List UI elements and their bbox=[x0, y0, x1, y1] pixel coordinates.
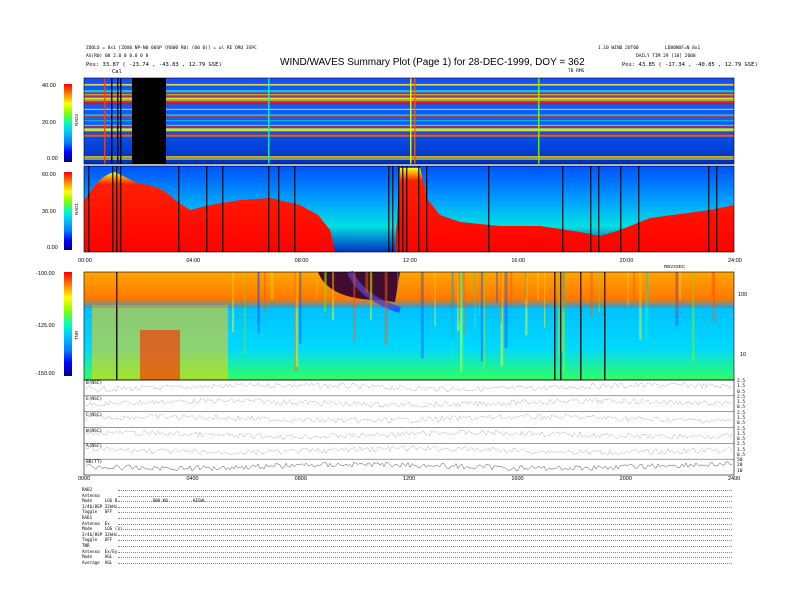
rad1-gap-line bbox=[294, 166, 296, 252]
rad1-gap-line bbox=[178, 166, 180, 252]
footer-label: Average AGL bbox=[82, 559, 113, 565]
rad2-band bbox=[84, 83, 734, 86]
rad2-band bbox=[84, 156, 734, 158]
rad1-gap-line bbox=[120, 166, 122, 252]
line-panel-label: B(NSC) bbox=[86, 381, 103, 386]
footer-dotted-line bbox=[118, 529, 732, 531]
rad2-band bbox=[84, 128, 734, 130]
line-trace bbox=[85, 445, 733, 456]
footer-dotted-line bbox=[118, 540, 732, 542]
time-tick-label: 04:00 bbox=[186, 258, 201, 264]
rad1-gap-line bbox=[388, 166, 390, 252]
rad2-band bbox=[84, 91, 734, 93]
line-panel-label: E(NSC) bbox=[86, 396, 103, 402]
footer-dotted-line bbox=[118, 501, 732, 503]
time-tick-label: 2000 bbox=[619, 476, 632, 482]
rad1-gap-line bbox=[426, 166, 428, 252]
footer-dotted-line bbox=[118, 512, 732, 514]
rad1-gap-line bbox=[590, 166, 592, 252]
footer-dotted-line bbox=[118, 523, 732, 525]
line-panel-label: C(NSC) bbox=[86, 412, 103, 418]
rad1-gap-line bbox=[116, 166, 118, 252]
rad2-spike bbox=[111, 78, 113, 164]
rad1-gap-line bbox=[562, 166, 564, 252]
rad2-band bbox=[84, 93, 734, 96]
line-plots bbox=[84, 379, 734, 471]
footer-dotted-line bbox=[118, 506, 732, 508]
rad2-band bbox=[84, 158, 734, 160]
line-panel-label: BB(TT) bbox=[86, 460, 103, 466]
rad2-spike bbox=[120, 78, 122, 164]
time-tick-label: 24:00 bbox=[728, 258, 742, 264]
rad1-gap-line bbox=[716, 166, 718, 252]
rad2-band bbox=[84, 108, 734, 110]
time-tick-label: 0000 bbox=[78, 476, 91, 482]
tnr-top-red bbox=[84, 272, 734, 308]
rad1-gap-line bbox=[206, 166, 208, 252]
footer-dotted-line bbox=[118, 562, 732, 564]
rad1-gap-line bbox=[278, 166, 280, 252]
rad2-spike bbox=[410, 78, 412, 164]
rad2-band bbox=[84, 125, 734, 127]
rad1-gap-line bbox=[398, 166, 400, 252]
footer-row: Average AGL bbox=[82, 559, 732, 566]
rad2-datagap bbox=[132, 78, 166, 164]
time-tick-label: 08:00 bbox=[294, 258, 309, 264]
rad1-gap-line bbox=[406, 166, 408, 252]
line-trace bbox=[85, 382, 733, 392]
rad2-spike bbox=[268, 78, 270, 164]
spectrogram-svg bbox=[83, 77, 735, 476]
line-trace bbox=[85, 398, 733, 408]
rad1-gap-line bbox=[392, 166, 394, 252]
rad1-gap-line bbox=[638, 166, 640, 252]
rad1-gap-line bbox=[402, 166, 404, 252]
line-trace bbox=[85, 413, 733, 424]
footer-dotted-line bbox=[118, 557, 732, 559]
rad2-band bbox=[84, 120, 734, 122]
rad1-gap-line bbox=[708, 166, 710, 252]
line-panel-label: W(NSC) bbox=[86, 428, 103, 434]
rad2-band bbox=[84, 129, 734, 132]
rad1-gap-line bbox=[620, 166, 622, 252]
rad2-spike bbox=[104, 78, 106, 164]
time-tick-label: 16:00 bbox=[511, 258, 526, 264]
time-tick-label: 1600 bbox=[511, 476, 524, 482]
rad1-gap-line bbox=[268, 166, 270, 252]
rad1-gap-line bbox=[488, 166, 490, 252]
tnr-red-block bbox=[140, 330, 180, 380]
line-trace bbox=[85, 429, 733, 440]
rad2-band bbox=[84, 99, 734, 102]
rad2-band bbox=[84, 115, 734, 118]
line-trace bbox=[85, 461, 733, 471]
time-tick-label: 20:00 bbox=[619, 258, 634, 264]
rad1-gap-line bbox=[88, 166, 90, 252]
footer-dotted-line bbox=[118, 490, 732, 491]
rad1-gap-line bbox=[418, 166, 420, 252]
line-panel-label: A(NSC) bbox=[86, 444, 103, 450]
time-axis-tag: RBV2SEC bbox=[664, 264, 686, 269]
rad1-gap-line bbox=[598, 166, 600, 252]
rad2-band bbox=[84, 135, 734, 137]
rad2-band bbox=[84, 114, 734, 117]
footer-dotted-line bbox=[118, 546, 732, 547]
time-tick-label: 1200 bbox=[403, 476, 416, 482]
rad2-spike bbox=[414, 78, 416, 164]
time-tick-label: 00:00 bbox=[78, 258, 92, 264]
rad1-gap-line bbox=[222, 166, 224, 252]
footer-dotted-line bbox=[118, 551, 732, 553]
time-tick-label: 2400 bbox=[728, 476, 741, 482]
time-tick-label: 12:00 bbox=[403, 258, 417, 264]
rad2-band bbox=[84, 97, 734, 100]
rad2-spike bbox=[117, 78, 119, 164]
time-tick-label: 0400 bbox=[186, 476, 199, 482]
line-panel-tick: 10 bbox=[737, 468, 743, 474]
footer-dotted-line bbox=[118, 518, 732, 519]
rad1-gap-line bbox=[112, 166, 114, 252]
footer-dotted-line bbox=[118, 495, 732, 497]
footer-dotted-line bbox=[118, 534, 732, 536]
time-tick-label: 0800 bbox=[294, 476, 307, 482]
rad2-spike bbox=[538, 78, 540, 164]
rad2-band bbox=[84, 102, 734, 105]
